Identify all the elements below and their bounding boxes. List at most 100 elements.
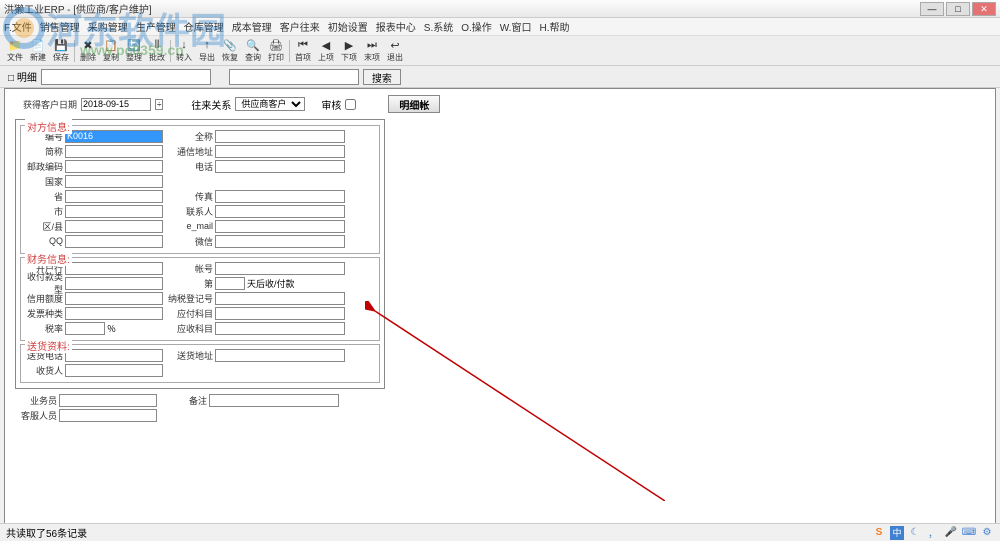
- first-button[interactable]: ⏮首项: [292, 38, 314, 64]
- print-button[interactable]: 🖨打印: [265, 38, 287, 64]
- search-input[interactable]: [229, 69, 359, 85]
- files-button[interactable]: 📁文件: [4, 38, 26, 64]
- di-label: 第: [165, 277, 213, 290]
- toolbar-label: 首项: [295, 52, 311, 63]
- tray-moon-icon[interactable]: ☾: [908, 526, 922, 540]
- detail-ledger-button[interactable]: 明细帐: [388, 95, 440, 113]
- prev-icon: ◀: [319, 39, 333, 52]
- batch-button[interactable]: ⫴批改: [146, 38, 168, 64]
- tray-keyboard-icon[interactable]: ⌨: [962, 526, 976, 540]
- menu-item-8[interactable]: 报表中心: [376, 19, 416, 34]
- menu-item-7[interactable]: 初始设置: [328, 19, 368, 34]
- menu-item-1[interactable]: 销售管理: [40, 19, 80, 34]
- xinyong-input[interactable]: [65, 292, 163, 305]
- dianhua-input[interactable]: [215, 160, 345, 173]
- last-button[interactable]: ⏭末项: [361, 38, 383, 64]
- qq-label: QQ: [25, 236, 63, 246]
- songhuo-dz-input[interactable]: [215, 349, 345, 362]
- search-button[interactable]: 搜索: [363, 69, 401, 85]
- yingshou-input[interactable]: [215, 322, 345, 335]
- quancheng-input[interactable]: [215, 130, 345, 143]
- last-icon: ⏭: [365, 39, 379, 52]
- minimize-button[interactable]: —: [920, 2, 944, 16]
- youzheng-label: 邮政编码: [25, 160, 63, 173]
- paste-icon: 📎: [223, 39, 237, 52]
- delete-button[interactable]: ✖删除: [77, 38, 99, 64]
- next-button[interactable]: ▶下项: [338, 38, 360, 64]
- menu-item-2[interactable]: 采购管理: [88, 19, 128, 34]
- shouhuo-input[interactable]: [65, 364, 163, 377]
- sheng-input[interactable]: [65, 190, 163, 203]
- search-filter-input[interactable]: [41, 69, 211, 85]
- jiancheng-input[interactable]: [65, 145, 163, 158]
- search-button[interactable]: 🔍查询: [242, 38, 264, 64]
- weixin-input[interactable]: [215, 235, 345, 248]
- menu-item-11[interactable]: W.窗口: [500, 19, 532, 34]
- tray-comma-icon[interactable]: ，: [926, 526, 940, 540]
- audit-checkbox[interactable]: [345, 99, 356, 110]
- save-icon: 💾: [54, 39, 68, 52]
- export-button[interactable]: ↑导出: [196, 38, 218, 64]
- menu-item-12[interactable]: H.帮助: [539, 19, 569, 34]
- date-input[interactable]: [81, 98, 151, 111]
- audit-label: 审核: [321, 97, 341, 112]
- save-button[interactable]: 💾保存: [50, 38, 72, 64]
- shoufu-input[interactable]: [65, 277, 163, 290]
- di-input[interactable]: [215, 277, 245, 290]
- exit-button[interactable]: ↩退出: [384, 38, 406, 64]
- tray-ime-icon[interactable]: 中: [890, 526, 904, 540]
- toolbar-label: 查询: [245, 52, 261, 63]
- refresh-button[interactable]: 🔄整理: [123, 38, 145, 64]
- toolbar-separator: [74, 40, 75, 62]
- import-button[interactable]: ↓转入: [173, 38, 195, 64]
- zhanghao-input[interactable]: [215, 262, 345, 275]
- maximize-button[interactable]: □: [946, 2, 970, 16]
- tongxin-label: 通信地址: [165, 145, 213, 158]
- tray-mic-icon[interactable]: 🎤: [944, 526, 958, 540]
- close-button[interactable]: ✕: [972, 2, 996, 16]
- fapiao-input[interactable]: [65, 307, 163, 320]
- tongxin-input[interactable]: [215, 145, 345, 158]
- quxian-input[interactable]: [65, 220, 163, 233]
- menu-item-5[interactable]: 成本管理: [232, 19, 272, 34]
- beizhu-input[interactable]: [209, 394, 339, 407]
- kefu-input[interactable]: [59, 409, 157, 422]
- guojia-input[interactable]: [65, 175, 163, 188]
- nashui-input[interactable]: [215, 292, 345, 305]
- toolbar-label: 保存: [53, 52, 69, 63]
- menu-item-10[interactable]: O.操作: [461, 19, 492, 34]
- lianxi-label: 联系人: [165, 205, 213, 218]
- import-icon: ↓: [177, 39, 191, 52]
- menu-item-0[interactable]: F.文件: [4, 19, 32, 34]
- prev-button[interactable]: ◀上项: [315, 38, 337, 64]
- email-input[interactable]: [215, 220, 345, 233]
- chuanzhen-input[interactable]: [215, 190, 345, 203]
- nashui-label: 纳税登记号: [165, 292, 213, 305]
- yingfu-input[interactable]: [215, 307, 345, 320]
- menu-item-4[interactable]: 仓库管理: [184, 19, 224, 34]
- menu-item-9[interactable]: S.系统: [424, 19, 453, 34]
- songhuo-dh-input[interactable]: [65, 349, 163, 362]
- tray-gear-icon[interactable]: ⚙: [980, 526, 994, 540]
- bianhao-input[interactable]: [65, 130, 163, 143]
- shi-input[interactable]: [65, 205, 163, 218]
- relation-select[interactable]: 供应商客户: [235, 97, 305, 111]
- yewu-input[interactable]: [59, 394, 157, 407]
- tray-s-icon[interactable]: S: [872, 526, 886, 540]
- percent-label: ％: [107, 322, 163, 335]
- paste-button[interactable]: 📎恢复: [219, 38, 241, 64]
- email-label: e_mail: [165, 221, 213, 231]
- copy-button[interactable]: 📋复制: [100, 38, 122, 64]
- menu-item-3[interactable]: 生产管理: [136, 19, 176, 34]
- menu-item-6[interactable]: 客户往来: [280, 19, 320, 34]
- toolbar-label: 复制: [103, 52, 119, 63]
- kaihu-input[interactable]: [65, 262, 163, 275]
- kefu-label: 客服人员: [19, 409, 57, 422]
- date-spinner-icon[interactable]: ÷: [155, 99, 163, 110]
- youzheng-input[interactable]: [65, 160, 163, 173]
- qq-input[interactable]: [65, 235, 163, 248]
- weixin-label: 微信: [165, 235, 213, 248]
- lianxi-input[interactable]: [215, 205, 345, 218]
- shuilv-input[interactable]: [65, 322, 105, 335]
- new-button[interactable]: 📄新建: [27, 38, 49, 64]
